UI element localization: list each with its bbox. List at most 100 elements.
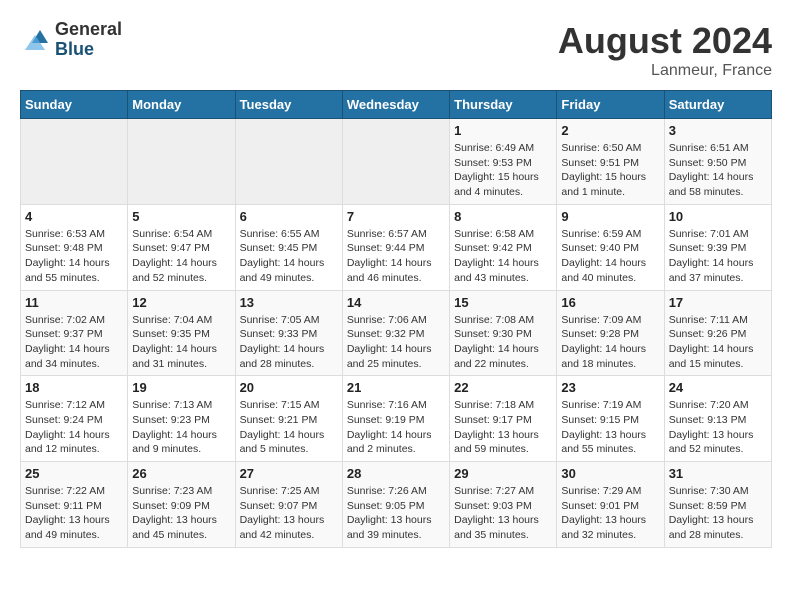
location-subtitle: Lanmeur, France <box>558 62 772 80</box>
logo-text: General Blue <box>55 20 122 60</box>
day-number: 5 <box>132 209 230 224</box>
calendar-week-1: 1Sunrise: 6:49 AM Sunset: 9:53 PM Daylig… <box>21 119 772 205</box>
calendar-cell <box>128 119 235 205</box>
calendar-cell: 15 Sunrise: 7:08 AM Sunset: 9:30 PM Dayli… <box>450 290 557 376</box>
day-info: Sunrise: 7:19 AM Sunset: 9:15 PM Dayligh… <box>561 398 659 457</box>
day-info: Sunrise: 7:16 AM Sunset: 9:19 PM Dayligh… <box>347 398 445 457</box>
calendar-cell: 11 Sunrise: 7:02 AM Sunset: 9:37 PM Dayli… <box>21 290 128 376</box>
logo: General Blue <box>20 20 122 60</box>
day-info: Sunrise: 7:12 AM Sunset: 9:24 PM Dayligh… <box>25 398 123 457</box>
day-info: Sunrise: 7:18 AM Sunset: 9:17 PM Dayligh… <box>454 398 552 457</box>
header-day-monday: Monday <box>128 91 235 119</box>
day-info: Sunrise: 7:02 AM Sunset: 9:37 PM Dayligh… <box>25 313 123 372</box>
calendar-cell <box>235 119 342 205</box>
day-info: Sunrise: 7:01 AM Sunset: 9:39 PM Dayligh… <box>669 227 767 286</box>
day-info: Sunrise: 7:27 AM Sunset: 9:03 PM Dayligh… <box>454 484 552 543</box>
day-number: 8 <box>454 209 552 224</box>
day-info: Sunrise: 6:59 AM Sunset: 9:40 PM Dayligh… <box>561 227 659 286</box>
day-info: Sunrise: 6:49 AM Sunset: 9:53 PM Dayligh… <box>454 141 552 200</box>
day-number: 6 <box>240 209 338 224</box>
calendar-cell: 13 Sunrise: 7:05 AM Sunset: 9:33 PM Dayli… <box>235 290 342 376</box>
calendar-cell: 26 Sunrise: 7:23 AM Sunset: 9:09 PM Dayli… <box>128 462 235 548</box>
day-number: 14 <box>347 295 445 310</box>
calendar-cell: 6 Sunrise: 6:55 AM Sunset: 9:45 PM Daylig… <box>235 204 342 290</box>
day-number: 28 <box>347 466 445 481</box>
calendar-cell: 22 Sunrise: 7:18 AM Sunset: 9:17 PM Dayli… <box>450 376 557 462</box>
calendar-cell: 19 Sunrise: 7:13 AM Sunset: 9:23 PM Dayli… <box>128 376 235 462</box>
day-info: Sunrise: 7:23 AM Sunset: 9:09 PM Dayligh… <box>132 484 230 543</box>
day-number: 7 <box>347 209 445 224</box>
calendar-cell: 2 Sunrise: 6:50 AM Sunset: 9:51 PM Daylig… <box>557 119 664 205</box>
header-row: SundayMondayTuesdayWednesdayThursdayFrid… <box>21 91 772 119</box>
logo-general-text: General <box>55 20 122 40</box>
calendar-cell: 3Sunrise: 6:51 AM Sunset: 9:50 PM Daylig… <box>664 119 771 205</box>
header-day-saturday: Saturday <box>664 91 771 119</box>
day-info: Sunrise: 7:26 AM Sunset: 9:05 PM Dayligh… <box>347 484 445 543</box>
calendar-week-2: 4 Sunrise: 6:53 AM Sunset: 9:48 PM Daylig… <box>21 204 772 290</box>
calendar-cell: 12 Sunrise: 7:04 AM Sunset: 9:35 PM Dayli… <box>128 290 235 376</box>
day-number: 19 <box>132 380 230 395</box>
title-block: August 2024 Lanmeur, France <box>558 20 772 80</box>
day-number: 22 <box>454 380 552 395</box>
month-year-title: August 2024 <box>558 20 772 62</box>
day-info: Sunrise: 7:11 AM Sunset: 9:26 PM Dayligh… <box>669 313 767 372</box>
calendar-cell <box>21 119 128 205</box>
day-number: 2 <box>561 123 659 138</box>
calendar-cell: 5 Sunrise: 6:54 AM Sunset: 9:47 PM Daylig… <box>128 204 235 290</box>
calendar-cell: 28 Sunrise: 7:26 AM Sunset: 9:05 PM Dayli… <box>342 462 449 548</box>
day-info: Sunrise: 7:30 AM Sunset: 8:59 PM Dayligh… <box>669 484 767 543</box>
day-info: Sunrise: 7:05 AM Sunset: 9:33 PM Dayligh… <box>240 313 338 372</box>
calendar-header: SundayMondayTuesdayWednesdayThursdayFrid… <box>21 91 772 119</box>
day-number: 4 <box>25 209 123 224</box>
day-number: 31 <box>669 466 767 481</box>
calendar-cell: 18 Sunrise: 7:12 AM Sunset: 9:24 PM Dayli… <box>21 376 128 462</box>
day-info: Sunrise: 6:57 AM Sunset: 9:44 PM Dayligh… <box>347 227 445 286</box>
day-info: Sunrise: 7:04 AM Sunset: 9:35 PM Dayligh… <box>132 313 230 372</box>
day-info: Sunrise: 7:08 AM Sunset: 9:30 PM Dayligh… <box>454 313 552 372</box>
day-info: Sunrise: 6:50 AM Sunset: 9:51 PM Dayligh… <box>561 141 659 200</box>
calendar-cell: 16 Sunrise: 7:09 AM Sunset: 9:28 PM Dayli… <box>557 290 664 376</box>
header-day-friday: Friday <box>557 91 664 119</box>
day-number: 17 <box>669 295 767 310</box>
calendar-cell: 17 Sunrise: 7:11 AM Sunset: 9:26 PM Dayli… <box>664 290 771 376</box>
calendar-cell: 9 Sunrise: 6:59 AM Sunset: 9:40 PM Daylig… <box>557 204 664 290</box>
day-number: 26 <box>132 466 230 481</box>
day-info: Sunrise: 6:53 AM Sunset: 9:48 PM Dayligh… <box>25 227 123 286</box>
day-number: 12 <box>132 295 230 310</box>
day-info: Sunrise: 7:25 AM Sunset: 9:07 PM Dayligh… <box>240 484 338 543</box>
calendar-cell: 30 Sunrise: 7:29 AM Sunset: 9:01 PM Dayli… <box>557 462 664 548</box>
day-number: 16 <box>561 295 659 310</box>
calendar-cell: 14 Sunrise: 7:06 AM Sunset: 9:32 PM Dayli… <box>342 290 449 376</box>
day-number: 29 <box>454 466 552 481</box>
day-info: Sunrise: 6:54 AM Sunset: 9:47 PM Dayligh… <box>132 227 230 286</box>
calendar-week-5: 25Sunrise: 7:22 AM Sunset: 9:11 PM Dayli… <box>21 462 772 548</box>
calendar-cell: 20Sunrise: 7:15 AM Sunset: 9:21 PM Dayli… <box>235 376 342 462</box>
day-number: 15 <box>454 295 552 310</box>
day-number: 13 <box>240 295 338 310</box>
day-info: Sunrise: 7:29 AM Sunset: 9:01 PM Dayligh… <box>561 484 659 543</box>
calendar-cell: 1Sunrise: 6:49 AM Sunset: 9:53 PM Daylig… <box>450 119 557 205</box>
day-number: 30 <box>561 466 659 481</box>
calendar-cell <box>342 119 449 205</box>
calendar-cell: 7 Sunrise: 6:57 AM Sunset: 9:44 PM Daylig… <box>342 204 449 290</box>
day-number: 11 <box>25 295 123 310</box>
calendar-cell: 21Sunrise: 7:16 AM Sunset: 9:19 PM Dayli… <box>342 376 449 462</box>
day-info: Sunrise: 7:22 AM Sunset: 9:11 PM Dayligh… <box>25 484 123 543</box>
calendar-cell: 10 Sunrise: 7:01 AM Sunset: 9:39 PM Dayli… <box>664 204 771 290</box>
page-header: General Blue August 2024 Lanmeur, France <box>20 20 772 80</box>
day-number: 20 <box>240 380 338 395</box>
header-day-tuesday: Tuesday <box>235 91 342 119</box>
header-day-wednesday: Wednesday <box>342 91 449 119</box>
day-info: Sunrise: 7:13 AM Sunset: 9:23 PM Dayligh… <box>132 398 230 457</box>
day-info: Sunrise: 7:06 AM Sunset: 9:32 PM Dayligh… <box>347 313 445 372</box>
day-number: 18 <box>25 380 123 395</box>
day-number: 9 <box>561 209 659 224</box>
day-info: Sunrise: 7:09 AM Sunset: 9:28 PM Dayligh… <box>561 313 659 372</box>
calendar-week-4: 18 Sunrise: 7:12 AM Sunset: 9:24 PM Dayli… <box>21 376 772 462</box>
day-number: 27 <box>240 466 338 481</box>
day-number: 10 <box>669 209 767 224</box>
day-info: Sunrise: 6:55 AM Sunset: 9:45 PM Dayligh… <box>240 227 338 286</box>
calendar-cell: 29 Sunrise: 7:27 AM Sunset: 9:03 PM Dayli… <box>450 462 557 548</box>
calendar-cell: 4 Sunrise: 6:53 AM Sunset: 9:48 PM Daylig… <box>21 204 128 290</box>
calendar-cell: 31 Sunrise: 7:30 AM Sunset: 8:59 PM Dayli… <box>664 462 771 548</box>
